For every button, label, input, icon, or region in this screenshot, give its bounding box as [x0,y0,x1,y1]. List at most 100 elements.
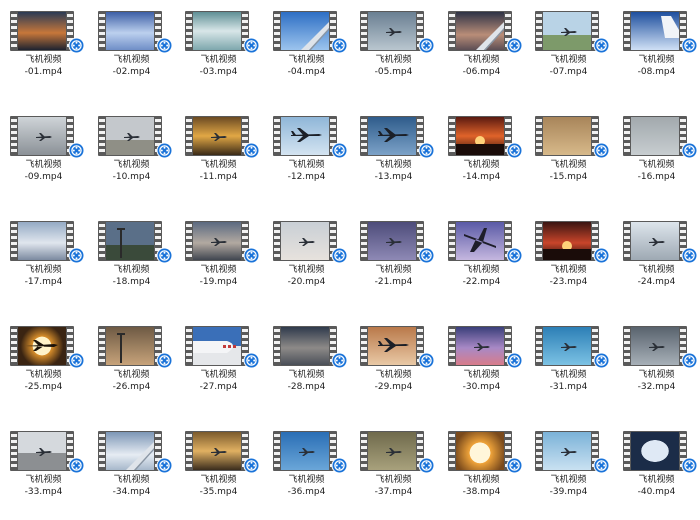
file-name-label[interactable]: 飞机视频 -23.mp4 [525,264,612,288]
video-thumbnail[interactable] [98,116,173,159]
file-item[interactable]: 飞机视频 -09.mp4 [0,105,87,205]
file-name-label[interactable]: 飞机视频 -28.mp4 [263,369,350,393]
file-item[interactable]: 飞机视频 -26.mp4 [88,315,175,415]
video-thumbnail[interactable] [448,221,523,264]
file-item[interactable]: 飞机视频 -35.mp4 [175,420,262,520]
file-item[interactable]: 飞机视频 -22.mp4 [438,210,525,310]
video-thumbnail[interactable] [273,326,348,369]
video-thumbnail[interactable] [185,221,260,264]
video-thumbnail[interactable] [448,11,523,54]
file-name-label[interactable]: 飞机视频 -13.mp4 [350,159,437,183]
video-thumbnail[interactable] [98,11,173,54]
video-thumbnail[interactable] [535,431,610,474]
file-name-label[interactable]: 飞机视频 -05.mp4 [350,54,437,78]
file-item[interactable]: 飞机视频 -04.mp4 [263,0,350,100]
video-thumbnail[interactable] [273,11,348,54]
file-name-label[interactable]: 飞机视频 -19.mp4 [175,264,262,288]
file-item[interactable]: 飞机视频 -37.mp4 [350,420,437,520]
video-thumbnail[interactable] [623,326,698,369]
file-item[interactable]: 飞机视频 -03.mp4 [175,0,262,100]
file-item[interactable]: 飞机视频 -20.mp4 [263,210,350,310]
file-name-label[interactable]: 飞机视频 -24.mp4 [613,264,700,288]
file-item[interactable]: 飞机视频 -07.mp4 [525,0,612,100]
video-thumbnail[interactable] [623,116,698,159]
file-item[interactable]: 飞机视频 -06.mp4 [438,0,525,100]
file-name-label[interactable]: 飞机视频 -40.mp4 [613,474,700,498]
file-name-label[interactable]: 飞机视频 -31.mp4 [525,369,612,393]
video-thumbnail[interactable] [360,116,435,159]
video-thumbnail[interactable] [360,11,435,54]
file-item[interactable]: 飞机视频 -18.mp4 [88,210,175,310]
file-item[interactable]: 飞机视频 -27.mp4 [175,315,262,415]
video-thumbnail[interactable] [10,431,85,474]
file-item[interactable]: 飞机视频 -12.mp4 [263,105,350,205]
file-name-label[interactable]: 飞机视频 -09.mp4 [0,159,87,183]
video-thumbnail[interactable] [535,221,610,264]
file-name-label[interactable]: 飞机视频 -02.mp4 [88,54,175,78]
file-name-label[interactable]: 飞机视频 -06.mp4 [438,54,525,78]
file-name-label[interactable]: 飞机视频 -16.mp4 [613,159,700,183]
file-item[interactable]: 飞机视频 -05.mp4 [350,0,437,100]
video-thumbnail[interactable] [185,431,260,474]
file-item[interactable]: 飞机视频 -10.mp4 [88,105,175,205]
file-name-label[interactable]: 飞机视频 -34.mp4 [88,474,175,498]
file-name-label[interactable]: 飞机视频 -35.mp4 [175,474,262,498]
video-thumbnail[interactable] [623,11,698,54]
file-item[interactable]: 飞机视频 -13.mp4 [350,105,437,205]
file-name-label[interactable]: 飞机视频 -12.mp4 [263,159,350,183]
video-thumbnail[interactable] [360,431,435,474]
file-item[interactable]: 飞机视频 -16.mp4 [613,105,700,205]
file-item[interactable]: 飞机视频 -29.mp4 [350,315,437,415]
file-name-label[interactable]: 飞机视频 -30.mp4 [438,369,525,393]
video-thumbnail[interactable] [10,11,85,54]
file-item[interactable]: 飞机视频 -02.mp4 [88,0,175,100]
file-item[interactable]: 飞机视频 -19.mp4 [175,210,262,310]
file-name-label[interactable]: 飞机视频 -15.mp4 [525,159,612,183]
video-thumbnail[interactable] [360,221,435,264]
video-thumbnail[interactable] [273,116,348,159]
video-thumbnail[interactable] [185,116,260,159]
file-name-label[interactable]: 飞机视频 -21.mp4 [350,264,437,288]
file-name-label[interactable]: 飞机视频 -32.mp4 [613,369,700,393]
file-item[interactable]: 飞机视频 -25.mp4 [0,315,87,415]
video-thumbnail[interactable] [98,326,173,369]
video-thumbnail[interactable] [535,116,610,159]
file-item[interactable]: 飞机视频 -36.mp4 [263,420,350,520]
video-thumbnail[interactable] [98,221,173,264]
file-name-label[interactable]: 飞机视频 -26.mp4 [88,369,175,393]
file-name-label[interactable]: 飞机视频 -04.mp4 [263,54,350,78]
video-thumbnail[interactable] [98,431,173,474]
file-name-label[interactable]: 飞机视频 -29.mp4 [350,369,437,393]
video-thumbnail[interactable] [448,431,523,474]
video-thumbnail[interactable] [360,326,435,369]
video-thumbnail[interactable] [623,221,698,264]
file-item[interactable]: 飞机视频 -11.mp4 [175,105,262,205]
video-thumbnail[interactable] [273,221,348,264]
file-item[interactable]: 飞机视频 -39.mp4 [525,420,612,520]
video-thumbnail[interactable] [10,221,85,264]
file-item[interactable]: 飞机视频 -40.mp4 [613,420,700,520]
file-item[interactable]: 飞机视频 -28.mp4 [263,315,350,415]
file-name-label[interactable]: 飞机视频 -07.mp4 [525,54,612,78]
video-thumbnail[interactable] [623,431,698,474]
file-item[interactable]: 飞机视频 -21.mp4 [350,210,437,310]
file-item[interactable]: 飞机视频 -34.mp4 [88,420,175,520]
file-item[interactable]: 飞机视频 -24.mp4 [613,210,700,310]
file-name-label[interactable]: 飞机视频 -03.mp4 [175,54,262,78]
file-name-label[interactable]: 飞机视频 -39.mp4 [525,474,612,498]
video-thumbnail[interactable] [535,11,610,54]
video-thumbnail[interactable] [273,431,348,474]
file-name-label[interactable]: 飞机视频 -27.mp4 [175,369,262,393]
file-item[interactable]: 飞机视频 -14.mp4 [438,105,525,205]
video-thumbnail[interactable] [10,116,85,159]
file-name-label[interactable]: 飞机视频 -11.mp4 [175,159,262,183]
file-item[interactable]: 飞机视频 -15.mp4 [525,105,612,205]
file-item[interactable]: 飞机视频 -32.mp4 [613,315,700,415]
file-name-label[interactable]: 飞机视频 -01.mp4 [0,54,87,78]
video-thumbnail[interactable] [185,326,260,369]
file-name-label[interactable]: 飞机视频 -33.mp4 [0,474,87,498]
file-name-label[interactable]: 飞机视频 -14.mp4 [438,159,525,183]
video-thumbnail[interactable] [535,326,610,369]
file-name-label[interactable]: 飞机视频 -17.mp4 [0,264,87,288]
file-name-label[interactable]: 飞机视频 -20.mp4 [263,264,350,288]
